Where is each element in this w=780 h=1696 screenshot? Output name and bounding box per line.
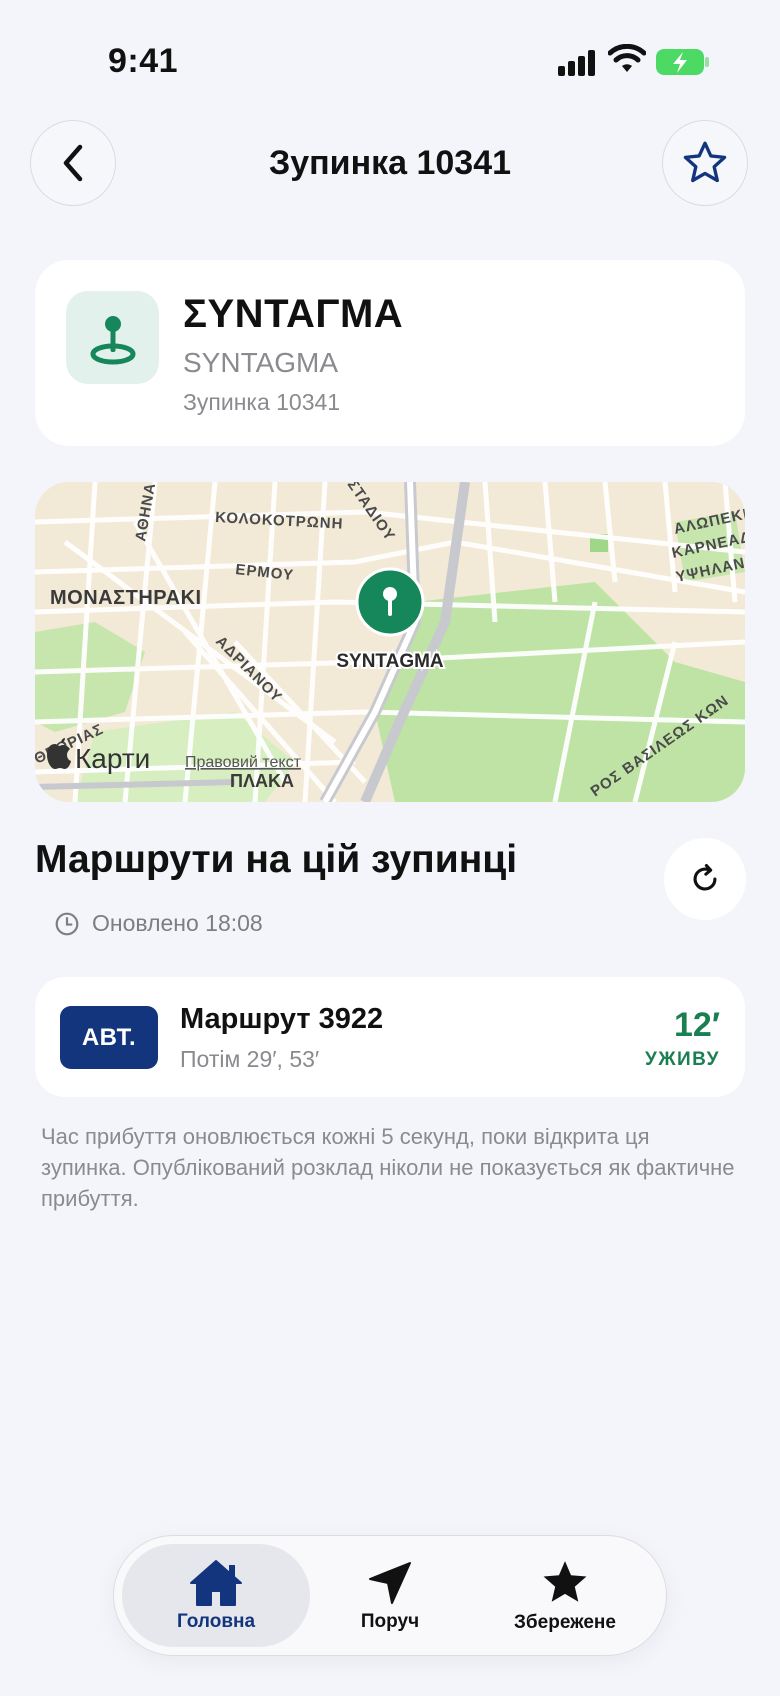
refresh-icon (693, 863, 717, 891)
last-updated: Оновлено 18:08 (54, 910, 263, 937)
tab-saved-label: Збережене (514, 1611, 616, 1633)
star-filled-icon (543, 1560, 587, 1602)
tab-nearby-label: Поруч (360, 1610, 420, 1632)
live-label: УЖИВУ (645, 1049, 720, 1070)
clock-icon (55, 912, 79, 935)
favorite-button[interactable] (662, 120, 748, 206)
tab-home-label: Головна (176, 1610, 256, 1632)
map-legal-link[interactable]: Правовий текст (185, 754, 302, 771)
map-label-syntagma: SYNTAGMA (336, 651, 444, 672)
route-eta: 12′ (674, 1006, 720, 1044)
tab-saved[interactable]: Збережене (470, 1544, 660, 1647)
cellular-signal-icon (558, 50, 595, 76)
arrival-info-note: Час прибуття оновлюється кожні 5 секунд,… (41, 1124, 735, 1211)
map-attribution: Карти (75, 743, 150, 774)
map-pin-icon (90, 315, 135, 364)
wifi-icon (608, 44, 646, 72)
stop-pin-icon (355, 567, 425, 637)
stop-map[interactable]: ΚΟΛΟΚΟΤΡΩΝΗ ΕΡΜΟΥ ΑΘΗΝΑ ΣΤΑΔΙΟΥ ΑΔΡΙΑΝΟΥ… (35, 482, 745, 802)
tab-nearby[interactable]: Поруч (310, 1544, 470, 1647)
stop-name: ΣΥΝΤΑΓΜΑ (183, 292, 404, 336)
battery-charging-icon (656, 49, 709, 75)
map-label-monastiraki: ΜΟΝΑΣΤΗΡΑΚΙ (50, 587, 202, 609)
last-updated-text: Оновлено 18:08 (92, 910, 263, 936)
tab-home[interactable]: Головна (122, 1544, 310, 1647)
route-name: Маршрут 3922 (180, 1003, 384, 1035)
stop-name-latin: SYNTAGMA (183, 347, 339, 378)
stop-code: Зупинка 10341 (183, 389, 341, 415)
routes-section-title: Маршрути на цій зупинці (35, 838, 518, 881)
route-next-arrivals: Потім 29′, 53′ (180, 1046, 320, 1072)
status-time: 9:41 (108, 42, 179, 80)
star-outline-icon (683, 141, 727, 183)
stop-location-badge (66, 291, 159, 384)
location-arrow-icon (369, 1561, 411, 1604)
house-icon (190, 1559, 242, 1606)
map-label-plaka: ΠΛΑΚΑ (230, 771, 294, 791)
vehicle-type-badge: АВТ. (60, 1006, 158, 1069)
refresh-button[interactable] (664, 838, 746, 920)
